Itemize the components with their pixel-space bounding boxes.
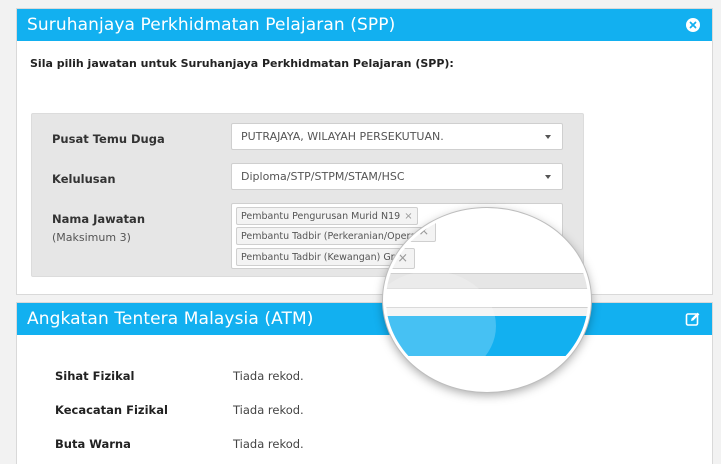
magnified-tag: Gred N19 × bbox=[386, 221, 437, 242]
kecacatan-fizikal-value: Tiada rekod. bbox=[233, 403, 304, 417]
remove-tag-icon: × bbox=[397, 251, 409, 266]
close-circle-icon[interactable] bbox=[684, 16, 702, 34]
spp-panel-header: Suruhanjaya Perkhidmatan Pelajaran (SPP) bbox=[17, 9, 712, 41]
pusat-temu-duga-select[interactable]: PUTRAJAYA, WILAYAH PERSEKUTUAN. bbox=[231, 123, 563, 150]
spp-intro-text: Sila pilih jawatan untuk Suruhanjaya Per… bbox=[30, 57, 454, 70]
chevron-down-icon bbox=[545, 135, 551, 139]
magnified-tag-label: Gred N19 bbox=[386, 224, 413, 239]
magnified-tag: W19 × bbox=[386, 248, 416, 269]
buta-warna-value: Tiada rekod. bbox=[233, 437, 304, 451]
atm-panel-header: Angkatan Tentera Malaysia (ATM) bbox=[17, 303, 712, 335]
nama-jawatan-sublabel: (Maksimum 3) bbox=[52, 231, 131, 244]
remove-tag-icon: × bbox=[418, 224, 430, 239]
nama-jawatan-label: Nama Jawatan bbox=[52, 212, 145, 226]
kelulusan-label: Kelulusan bbox=[52, 172, 116, 186]
magnifier-lens: Gred N19 × W19 × bbox=[383, 208, 591, 392]
edit-icon[interactable] bbox=[684, 310, 702, 328]
sihat-fizikal-value: Tiada rekod. bbox=[233, 369, 304, 383]
sihat-fizikal-label: Sihat Fizikal bbox=[55, 369, 135, 383]
kelulusan-value: Diploma/STP/STPM/STAM/HSC bbox=[241, 170, 405, 183]
spp-panel: Suruhanjaya Perkhidmatan Pelajaran (SPP)… bbox=[16, 8, 713, 295]
atm-panel: Angkatan Tentera Malaysia (ATM) Sihat Fi… bbox=[16, 302, 713, 464]
chevron-down-icon bbox=[545, 175, 551, 179]
buta-warna-label: Buta Warna bbox=[55, 437, 131, 451]
kelulusan-select[interactable]: Diploma/STP/STPM/STAM/HSC bbox=[231, 163, 563, 190]
kecacatan-fizikal-label: Kecacatan Fizikal bbox=[55, 403, 168, 417]
spp-panel-title: Suruhanjaya Perkhidmatan Pelajaran (SPP) bbox=[27, 15, 396, 35]
atm-panel-title: Angkatan Tentera Malaysia (ATM) bbox=[27, 309, 314, 329]
tag-label: Pembantu Pengurusan Murid N19 bbox=[241, 210, 401, 222]
magnifier-content: Gred N19 × W19 × bbox=[386, 211, 588, 389]
pusat-temu-duga-label: Pusat Temu Duga bbox=[52, 132, 165, 146]
pusat-temu-duga-value: PUTRAJAYA, WILAYAH PERSEKUTUAN. bbox=[241, 130, 444, 143]
magnified-panel-bg bbox=[386, 356, 588, 389]
